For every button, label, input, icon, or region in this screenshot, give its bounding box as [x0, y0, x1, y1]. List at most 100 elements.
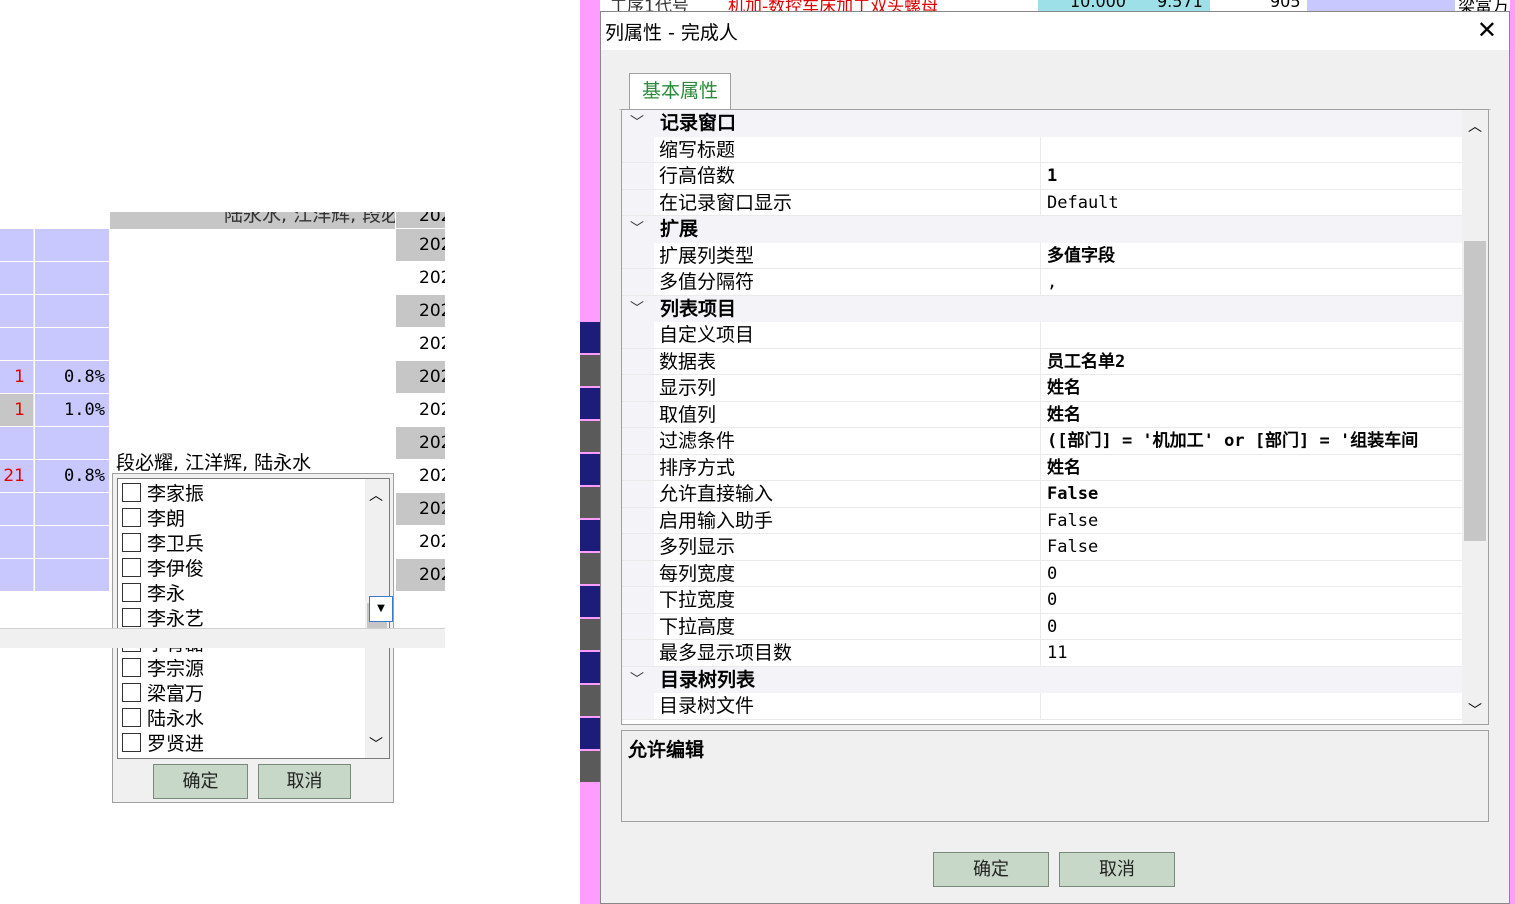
property-category[interactable]: ﹀ 列表项目 [622, 295, 1462, 322]
property-row[interactable]: 多值分隔符, [622, 269, 1462, 296]
grid-cell-assignee[interactable] [110, 295, 395, 327]
grid-row[interactable]: 202 [0, 229, 445, 262]
checkbox[interactable] [122, 683, 141, 702]
grid-cell-percent[interactable] [35, 328, 109, 360]
checkbox-item[interactable]: 李永艺 [122, 605, 204, 630]
grid-cell-percent[interactable] [35, 262, 109, 294]
property-row[interactable]: 多列显示 False [622, 534, 1462, 561]
property-row[interactable]: 过滤条件 ([部门] = '机加工' or [部门] = '组装车间 [622, 428, 1462, 455]
grid-row[interactable]: 202 [0, 295, 445, 328]
combo-dropdown-arrow-icon[interactable]: ▼ [369, 596, 393, 622]
property-value[interactable]: False [1047, 534, 1462, 560]
checkbox-item[interactable]: 梁富万 [122, 680, 204, 705]
checkbox[interactable] [122, 583, 141, 602]
grid-cell-assignee[interactable] [110, 394, 395, 426]
property-row[interactable]: 取值列 姓名 [622, 401, 1462, 428]
property-category[interactable]: ﹀ 记录窗口 [622, 110, 1462, 137]
grid-cell-count[interactable] [0, 493, 34, 525]
grid-row[interactable]: 10.8% 202 [0, 361, 445, 394]
grid-cell-date[interactable]: 202 [396, 361, 445, 393]
grid-cell-percent[interactable]: 0.8% [35, 361, 109, 393]
property-name[interactable]: 下拉高度 [659, 613, 1041, 639]
property-row[interactable]: 在记录窗口显示 Default [622, 189, 1462, 216]
property-value[interactable]: 0 [1047, 587, 1462, 613]
property-grid-scrollbar[interactable]: ︿ ﹀ [1462, 110, 1488, 724]
grid-cell-count[interactable]: 1 [0, 394, 34, 426]
grid-cell-count[interactable] [0, 295, 34, 327]
grid-row[interactable]: 202 [0, 328, 445, 361]
grid-cell-date[interactable]: 202 [396, 328, 445, 360]
property-value[interactable]: 1 [1047, 163, 1462, 189]
grid-cell-percent[interactable]: 0.8% [35, 460, 109, 492]
grid-cell-count[interactable]: 1 [0, 361, 34, 393]
grid-cell-date[interactable]: 202 [396, 559, 445, 591]
scroll-thumb[interactable] [1464, 241, 1486, 541]
property-name[interactable]: 排序方式 [659, 454, 1041, 480]
property-row[interactable]: 启用输入助手 False [622, 507, 1462, 534]
property-row[interactable]: 目录树文件 [622, 693, 1462, 720]
checkbox-item[interactable]: 罗贤进 [122, 730, 204, 755]
grid-cell-assignee[interactable] [110, 328, 395, 360]
property-row[interactable]: 缩写标题 [622, 136, 1462, 163]
property-name[interactable]: 每列宽度 [659, 560, 1041, 586]
property-value[interactable]: 姓名 [1047, 402, 1462, 428]
property-value[interactable]: False [1047, 508, 1462, 534]
property-value[interactable] [1047, 137, 1462, 163]
chevron-down-icon[interactable]: ﹀ [630, 296, 650, 322]
property-value[interactable]: 员工名单2 [1047, 349, 1462, 375]
property-value[interactable]: 姓名 [1047, 375, 1462, 401]
property-row[interactable]: 排序方式 姓名 [622, 454, 1462, 481]
scroll-down-icon[interactable]: ﹀ [369, 734, 383, 754]
property-row[interactable]: 数据表 员工名单2 [622, 348, 1462, 375]
property-name[interactable]: 扩展列类型 [659, 242, 1041, 268]
checkbox-item[interactable]: 李伊俊 [122, 555, 204, 580]
property-value[interactable]: , [1047, 269, 1462, 295]
grid-row[interactable]: 11.0% 202 [0, 394, 445, 427]
property-row[interactable]: 下拉高度 0 [622, 613, 1462, 640]
tab-basic-properties[interactable]: 基本属性 [629, 73, 731, 109]
chevron-down-icon[interactable]: ﹀ [630, 667, 650, 693]
grid-cell-date[interactable]: 202 [396, 526, 445, 558]
property-name[interactable]: 下拉宽度 [659, 587, 1041, 613]
grid-cell-count[interactable] [0, 328, 34, 360]
property-name[interactable]: 行高倍数 [659, 163, 1041, 189]
grid-cell-count[interactable]: 21 [0, 460, 34, 492]
grid-cell-percent[interactable] [35, 559, 109, 591]
checkbox[interactable] [122, 608, 141, 627]
grid-cell-percent[interactable]: 1.0% [35, 394, 109, 426]
grid-cell-count[interactable] [0, 526, 34, 558]
grid-cell-date[interactable]: 202 [396, 493, 445, 525]
property-name[interactable]: 多值分隔符 [659, 269, 1041, 295]
property-value[interactable]: 多值字段 [1047, 243, 1462, 269]
property-name[interactable]: 在记录窗口显示 [659, 189, 1041, 215]
property-value[interactable]: ([部门] = '机加工' or [部门] = '组装车间 [1047, 428, 1462, 454]
grid-cell-date[interactable]: 202 [396, 295, 445, 327]
property-category[interactable]: ﹀ 扩展 [622, 216, 1462, 243]
checkbox-item[interactable]: 李家振 [122, 480, 204, 505]
grid-cell-date[interactable]: 202 [396, 262, 445, 294]
checkbox-list[interactable]: 李家振李朗李卫兵李伊俊李永李永艺李育磊李宗源梁富万陆永水罗贤进 ︿ ﹀ [117, 478, 390, 759]
scroll-up-icon[interactable]: ︿ [1468, 116, 1482, 136]
grid-horizontal-scrollbar[interactable] [0, 628, 445, 648]
grid-cell-percent[interactable] [35, 229, 109, 261]
property-name[interactable]: 目录树文件 [659, 693, 1041, 719]
checkbox[interactable] [122, 733, 141, 752]
property-name[interactable]: 启用输入助手 [659, 507, 1041, 533]
scroll-up-icon[interactable]: ︿ [369, 485, 383, 505]
grid-cell-assignee[interactable] [110, 262, 395, 294]
grid-cell-percent[interactable] [35, 427, 109, 459]
checkbox[interactable] [122, 508, 141, 527]
property-row[interactable]: 允许直接输入 False [622, 481, 1462, 508]
property-name[interactable]: 自定义项目 [659, 322, 1041, 348]
property-value[interactable]: 姓名 [1047, 455, 1462, 481]
property-row[interactable]: 最多显示项目数 11 [622, 640, 1462, 667]
property-name[interactable]: 过滤条件 [659, 428, 1041, 454]
grid-cell-date[interactable]: 202 [396, 229, 445, 261]
property-value[interactable]: 0 [1047, 561, 1462, 587]
chevron-down-icon[interactable]: ﹀ [630, 110, 650, 136]
property-name[interactable]: 最多显示项目数 [659, 640, 1041, 666]
grid-cell-count[interactable] [0, 229, 34, 261]
property-value[interactable]: False [1047, 481, 1462, 507]
grid-row[interactable]: 202 [0, 262, 445, 295]
checkbox[interactable] [122, 658, 141, 677]
